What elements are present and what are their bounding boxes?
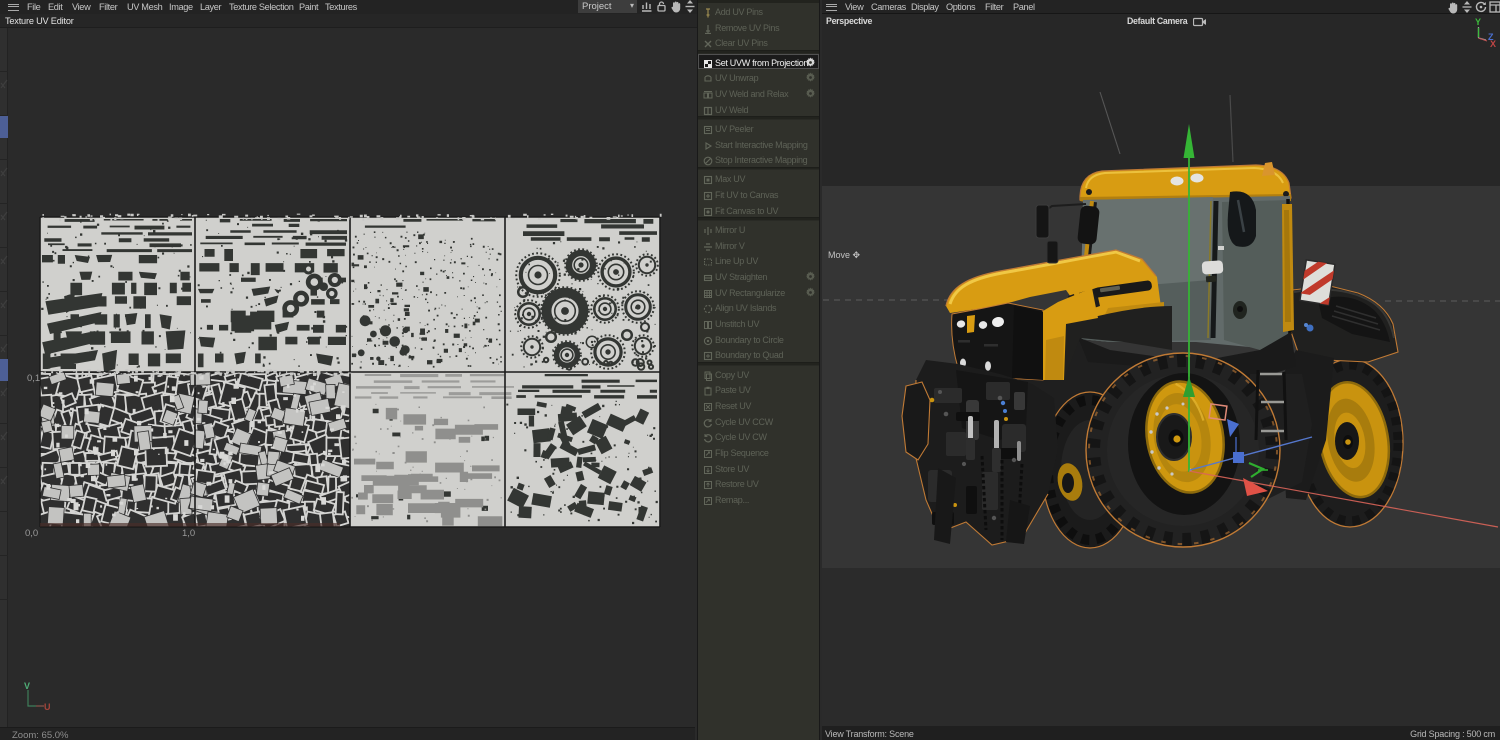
svg-text:V: V <box>24 681 30 691</box>
svg-text:0,1: 0,1 <box>27 373 40 384</box>
svg-text:U: U <box>44 702 51 712</box>
svg-text:0,0: 0,0 <box>25 528 38 539</box>
svg-text:1,0: 1,0 <box>182 528 195 539</box>
